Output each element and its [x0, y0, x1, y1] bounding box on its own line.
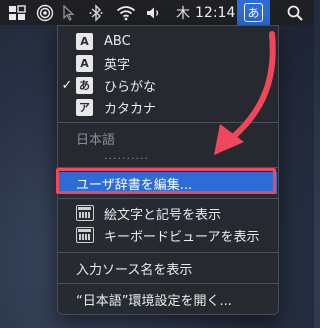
katakana-mode-icon: ア [76, 98, 93, 116]
menu-item-label: 英字 [104, 57, 131, 73]
menu-item-label: ABC [104, 33, 131, 49]
menu-item-label: 入力ソース名を表示 [76, 262, 193, 278]
menu-item-emoji-viewer[interactable]: 絵文字と記号を表示 [58, 202, 278, 224]
menu-bar: 木 12:14 あ [0, 0, 314, 25]
eiji-mode-icon: A [76, 54, 93, 72]
menu-item-show-input-source-name[interactable]: 入力ソース名を表示 [58, 257, 278, 279]
emoji-viewer-icon [76, 205, 94, 221]
menubar-clock[interactable]: 木 12:14 [176, 0, 235, 25]
wifi-icon[interactable] [113, 0, 139, 25]
hiragana-badge-icon: あ [244, 3, 263, 22]
menu-section-japanese: 日本語 [58, 127, 278, 149]
search-icon[interactable] [284, 0, 306, 25]
cursor-icon[interactable] [60, 0, 78, 25]
target-icon[interactable] [34, 0, 56, 25]
abc-mode-icon: A [76, 32, 93, 50]
menu-item-abc[interactable]: A ABC [58, 30, 278, 52]
volume-icon[interactable] [143, 0, 165, 25]
section-placeholder-dots: .......... [104, 149, 149, 162]
clock-time: 12:14 [195, 4, 236, 21]
menu-separator [58, 283, 278, 284]
menu-item-katakana[interactable]: ア カタカナ [58, 96, 278, 118]
clock-day: 木 [176, 5, 190, 22]
menu-item-label: 絵文字と記号を表示 [104, 207, 222, 223]
menu-separator [58, 252, 278, 253]
menu-item-label: カタカナ [104, 101, 157, 117]
menu-item-label: “日本語”環境設定を開く... [76, 293, 232, 309]
menu-item-eiji[interactable]: A 英字 [58, 52, 278, 74]
section-label: 日本語 [76, 132, 116, 148]
bluetooth-icon[interactable] [85, 0, 107, 25]
input-source-menu-button[interactable]: あ [237, 0, 270, 25]
menu-item-keyboard-viewer[interactable]: キーボードビューアを表示 [58, 224, 278, 246]
menu-item-hiragana[interactable]: ✓ あ ひらがな [58, 74, 278, 96]
menu-item-open-preferences[interactable]: “日本語”環境設定を開く... [58, 288, 278, 310]
keyboard-viewer-icon [76, 227, 94, 243]
annotation-highlight-frame [56, 168, 276, 194]
menu-separator [58, 122, 278, 123]
menu-item-label: キーボードビューアを表示 [104, 229, 260, 245]
window-icon[interactable] [6, 0, 28, 25]
menu-item-label: ひらがな [104, 79, 157, 95]
menu-separator [58, 198, 278, 199]
hiragana-mode-icon: あ [76, 76, 93, 94]
checkmark-icon: ✓ [61, 77, 73, 93]
